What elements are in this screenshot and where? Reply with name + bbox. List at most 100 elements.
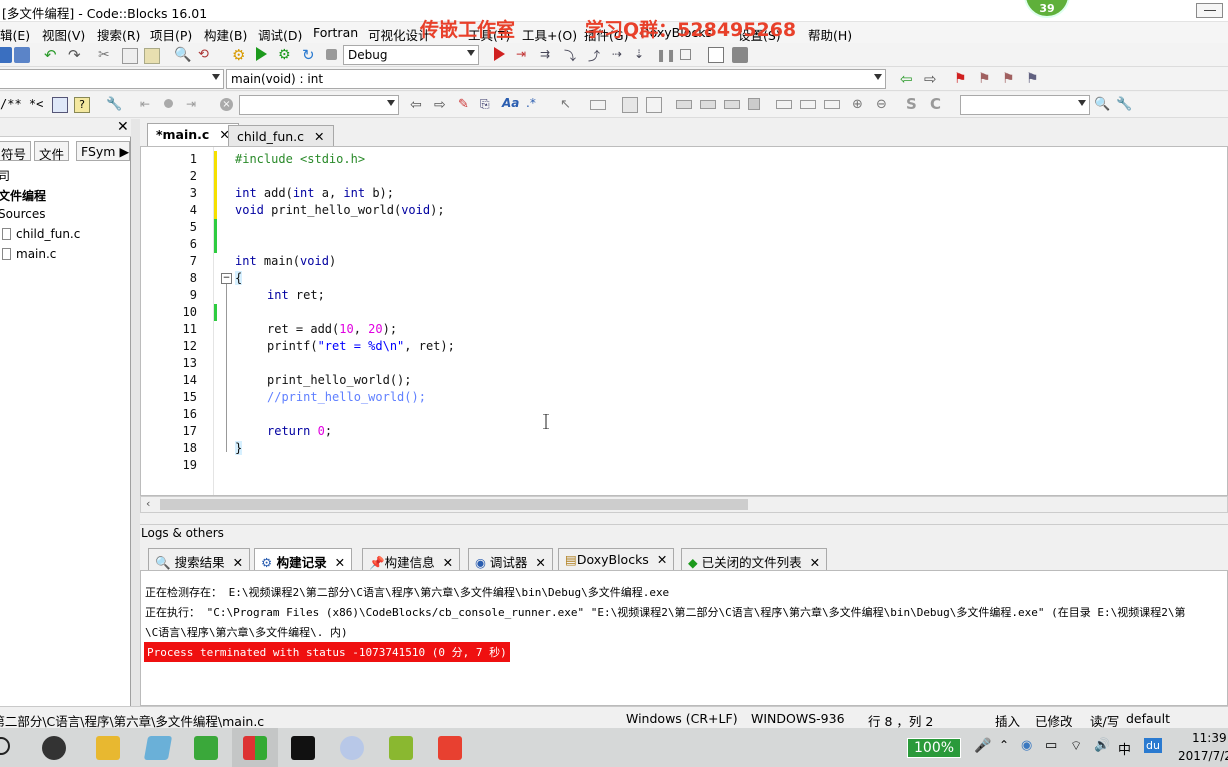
widget-6-icon[interactable]: [800, 100, 816, 109]
stop-debugger-icon[interactable]: [680, 49, 691, 60]
rebuild-icon[interactable]: ↻: [302, 47, 318, 63]
close-tab-icon[interactable]: ✕: [443, 555, 453, 570]
menu-project[interactable]: 项目(P): [150, 25, 192, 44]
code-editor[interactable]: 1 2 3 4 5 6 7 8 9 10 11 12 13 14 15 16 1…: [140, 146, 1228, 496]
tab-build-log[interactable]: ⚙ 构建记录 ✕: [254, 548, 353, 570]
codeblocks-icon[interactable]: [243, 736, 267, 760]
ime-indicator[interactable]: 中: [1118, 739, 1131, 758]
s-icon[interactable]: S: [906, 95, 922, 113]
zoom-indicator[interactable]: 100%: [907, 738, 962, 758]
microphone-icon[interactable]: 🎤: [974, 738, 991, 754]
frame-icon[interactable]: [590, 100, 606, 110]
pointer-icon[interactable]: ↖: [560, 97, 576, 113]
build-and-run-icon[interactable]: ⚙: [278, 47, 294, 63]
close-panel-icon[interactable]: ✕: [117, 119, 129, 135]
save-icon[interactable]: [0, 47, 12, 63]
search-go-icon[interactable]: 🔍: [1094, 97, 1110, 113]
tab-fsymbols[interactable]: FSym ▶: [76, 141, 130, 161]
incremental-search-input[interactable]: [239, 95, 399, 115]
find-next-icon[interactable]: ⇨: [434, 97, 450, 113]
file-node-main[interactable]: main.c: [16, 247, 56, 261]
panel-icon[interactable]: [646, 97, 662, 113]
task-view-icon[interactable]: [42, 736, 66, 760]
tab-scroll-right-icon[interactable]: ▶: [119, 144, 129, 159]
step-out-icon[interactable]: ⤴: [588, 47, 604, 63]
pause-icon[interactable]: ❚❚: [656, 48, 676, 64]
debug-continue-icon[interactable]: [494, 47, 505, 61]
widget-4-icon[interactable]: [748, 98, 760, 110]
file-explorer-icon[interactable]: [96, 736, 120, 760]
close-tab-icon[interactable]: ✕: [335, 555, 345, 570]
scope-select[interactable]: [0, 69, 224, 89]
clear-search-icon[interactable]: ×: [220, 98, 233, 111]
zoom-in-icon[interactable]: ⊕: [852, 97, 868, 113]
baidu-icon[interactable]: du: [1144, 738, 1162, 753]
scroll-left-icon[interactable]: ‹: [146, 497, 150, 510]
step-into-icon[interactable]: ⤵: [564, 47, 580, 63]
minimize-button[interactable]: [1196, 3, 1223, 18]
build-log-output[interactable]: 正在检测存在： E:\视频课程2\第二部分\C语言\程序\第六章\多文件编程\b…: [140, 570, 1228, 706]
run-icon[interactable]: [256, 47, 267, 61]
menu-edit[interactable]: 辑(E): [0, 25, 30, 44]
widget-2-icon[interactable]: [700, 100, 716, 109]
scrollbar-thumb[interactable]: [160, 499, 748, 510]
panel-splitter[interactable]: [131, 119, 140, 706]
file-node-child-fun[interactable]: child_fun.c: [16, 227, 80, 241]
sources-folder-node[interactable]: Sources: [0, 207, 45, 221]
redo-icon[interactable]: ↷: [68, 47, 84, 63]
various-info-icon[interactable]: [732, 47, 748, 63]
find-icon[interactable]: 🔍: [174, 47, 191, 63]
menu-build[interactable]: 构建(B): [204, 25, 247, 44]
find-prev-icon[interactable]: ⇦: [410, 97, 426, 113]
dialog-icon[interactable]: [622, 97, 638, 113]
tab-main-c[interactable]: *main.c ✕: [147, 123, 239, 146]
clock-date[interactable]: 2017/7/2: [1178, 749, 1228, 763]
tab-debugger[interactable]: ◉ 调试器 ✕: [468, 548, 553, 570]
highlight-icon[interactable]: ✎: [458, 97, 474, 113]
find-combo[interactable]: [960, 95, 1090, 115]
function-select[interactable]: main(void) : int: [226, 69, 886, 89]
menu-view[interactable]: 视图(V): [42, 25, 85, 44]
tab-doxyblocks[interactable]: ▤DoxyBlocks ✕: [558, 548, 675, 570]
regex-icon[interactable]: .*: [526, 96, 542, 112]
build-target-select[interactable]: Debug: [343, 45, 479, 65]
abort-icon[interactable]: [326, 49, 337, 60]
replace-icon[interactable]: ⟲: [198, 47, 214, 63]
selected-text-icon[interactable]: ⎘: [480, 97, 496, 113]
clear-bookmarks-icon[interactable]: ⚑: [1026, 71, 1042, 87]
save-all-icon[interactable]: [14, 47, 30, 63]
tools-icon[interactable]: 🔧: [106, 97, 122, 113]
doxywizard-icon[interactable]: [52, 97, 68, 113]
notepad-icon[interactable]: [143, 736, 173, 760]
next-line-icon[interactable]: ⇉: [540, 47, 556, 63]
widget-5-icon[interactable]: [776, 100, 792, 109]
undo-icon[interactable]: ↶: [44, 47, 60, 63]
widget-3-icon[interactable]: [724, 100, 740, 109]
show-hidden-icon[interactable]: ⌃: [999, 738, 1009, 752]
widget-1-icon[interactable]: [676, 100, 692, 109]
help-icon[interactable]: ?: [74, 97, 90, 113]
copy-icon[interactable]: [122, 48, 138, 64]
paste-icon[interactable]: [144, 48, 160, 64]
recorder-icon[interactable]: [438, 736, 462, 760]
jump-forward-icon[interactable]: ⇨: [924, 71, 940, 87]
tab-child-fun-c[interactable]: child_fun.c ✕: [228, 125, 334, 146]
match-case-icon[interactable]: Aa: [502, 96, 519, 112]
prev-bookmark-icon[interactable]: ⚑: [978, 71, 994, 87]
tab-build-messages[interactable]: 📌构建信息 ✕: [362, 548, 461, 570]
search-options-icon[interactable]: 🔧: [1116, 97, 1132, 113]
next-instruction-icon[interactable]: ⇢: [612, 47, 628, 63]
build-icon[interactable]: ⚙: [232, 47, 248, 63]
volume-icon[interactable]: 🔊: [1094, 738, 1110, 753]
console-icon[interactable]: [291, 736, 315, 760]
zoom-out-icon[interactable]: ⊖: [876, 97, 892, 113]
first-icon[interactable]: ⇤: [140, 97, 156, 113]
menu-help[interactable]: 帮助(H): [808, 25, 852, 44]
chart-app-icon[interactable]: [389, 736, 413, 760]
toggle-bookmark-icon[interactable]: ⚑: [954, 71, 970, 87]
fold-marker-icon[interactable]: −: [221, 273, 232, 284]
codeblocks-c-icon[interactable]: [194, 736, 218, 760]
paint-icon[interactable]: [340, 736, 364, 760]
menu-debug[interactable]: 调试(D): [258, 25, 302, 44]
doxy-comment-button[interactable]: /** *<: [0, 97, 43, 111]
